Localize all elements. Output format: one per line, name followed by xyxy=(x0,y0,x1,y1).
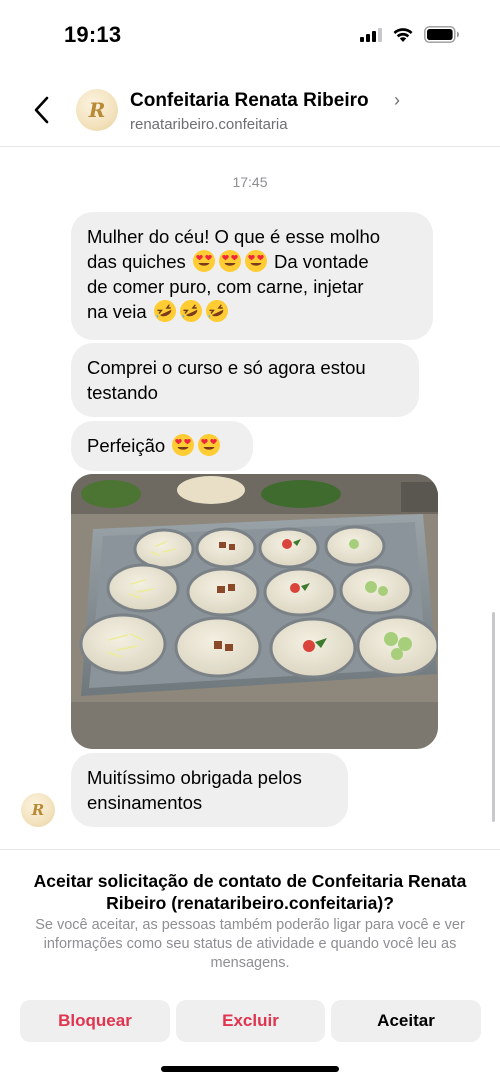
quiches-photo xyxy=(71,474,438,749)
request-description: Se você aceitar, as pessoas também poder… xyxy=(35,917,465,971)
message-line: Comprei o curso e só agora estou xyxy=(87,357,366,378)
contact-name[interactable]: Confeitaria Renata Ribeiro xyxy=(130,90,369,112)
message-text: na veia xyxy=(87,301,147,322)
status-time: 19:13 xyxy=(64,22,122,47)
message-line: das quiches Da vontade xyxy=(87,249,417,274)
heart-eyes-emoji xyxy=(218,249,242,273)
avatar-monogram: R xyxy=(88,98,106,122)
message-text: das quiches xyxy=(87,251,186,272)
heart-eyes-emoji xyxy=(244,249,268,273)
message-bubble[interactable]: Mulher do céu! O que é esse molho das qu… xyxy=(71,212,433,340)
rolling-on-floor-laughing-emoji xyxy=(205,299,229,323)
message-line: ensinamentos xyxy=(87,792,203,813)
home-indicator[interactable] xyxy=(161,1066,339,1072)
sender-avatar: R xyxy=(21,793,55,827)
photo-message[interactable] xyxy=(71,474,438,749)
message-bubble[interactable]: Comprei o curso e só agora estou testand… xyxy=(71,343,419,417)
avatar-monogram: R xyxy=(31,801,45,819)
chevron-left-icon xyxy=(34,96,49,124)
message-bubble[interactable]: Perfeição xyxy=(71,421,253,471)
contact-username: renataribeiro.confeitaria xyxy=(130,116,288,133)
battery-icon xyxy=(424,26,459,43)
message-line: de comer puro, com carne, injetar xyxy=(87,276,364,297)
block-button[interactable]: Bloquear xyxy=(20,1000,170,1042)
contact-avatar[interactable]: R xyxy=(76,89,118,131)
message-request-panel: Aceitar solicitação de contato de Confei… xyxy=(0,849,500,1084)
back-button[interactable] xyxy=(24,90,58,130)
rolling-on-floor-laughing-emoji xyxy=(179,299,203,323)
message-line: Muitíssimo obrigada pelos xyxy=(87,767,302,788)
request-title: Aceitar solicitação de contato de Confei… xyxy=(33,871,467,913)
accept-button[interactable]: Aceitar xyxy=(331,1000,481,1042)
message-timestamp: 17:45 xyxy=(232,174,268,190)
rolling-on-floor-laughing-emoji xyxy=(153,299,177,323)
status-icons xyxy=(360,26,460,43)
message-bubble[interactable]: Muitíssimo obrigada pelos ensinamentos xyxy=(71,753,348,827)
heart-eyes-emoji xyxy=(192,249,216,273)
message-line: Mulher do céu! O que é esse molho xyxy=(87,226,381,247)
message-line: na veia xyxy=(87,299,417,324)
message-text: Da vontade xyxy=(274,251,369,272)
scrollbar[interactable] xyxy=(492,612,495,822)
message-text: Perfeição xyxy=(87,435,166,456)
chat-header: R Confeitaria Renata Ribeiro › renatarib… xyxy=(0,70,500,147)
message-line: testando xyxy=(87,382,158,403)
heart-eyes-emoji xyxy=(171,433,195,457)
message-thread[interactable]: 17:45 Mulher do céu! O que é esse molho … xyxy=(0,148,500,848)
chevron-right-icon[interactable]: › xyxy=(394,90,400,111)
wifi-icon xyxy=(393,27,413,42)
cellular-signal-icon xyxy=(360,27,382,42)
heart-eyes-emoji xyxy=(197,433,221,457)
status-bar: 19:13 xyxy=(0,0,500,70)
delete-button[interactable]: Excluir xyxy=(176,1000,325,1042)
